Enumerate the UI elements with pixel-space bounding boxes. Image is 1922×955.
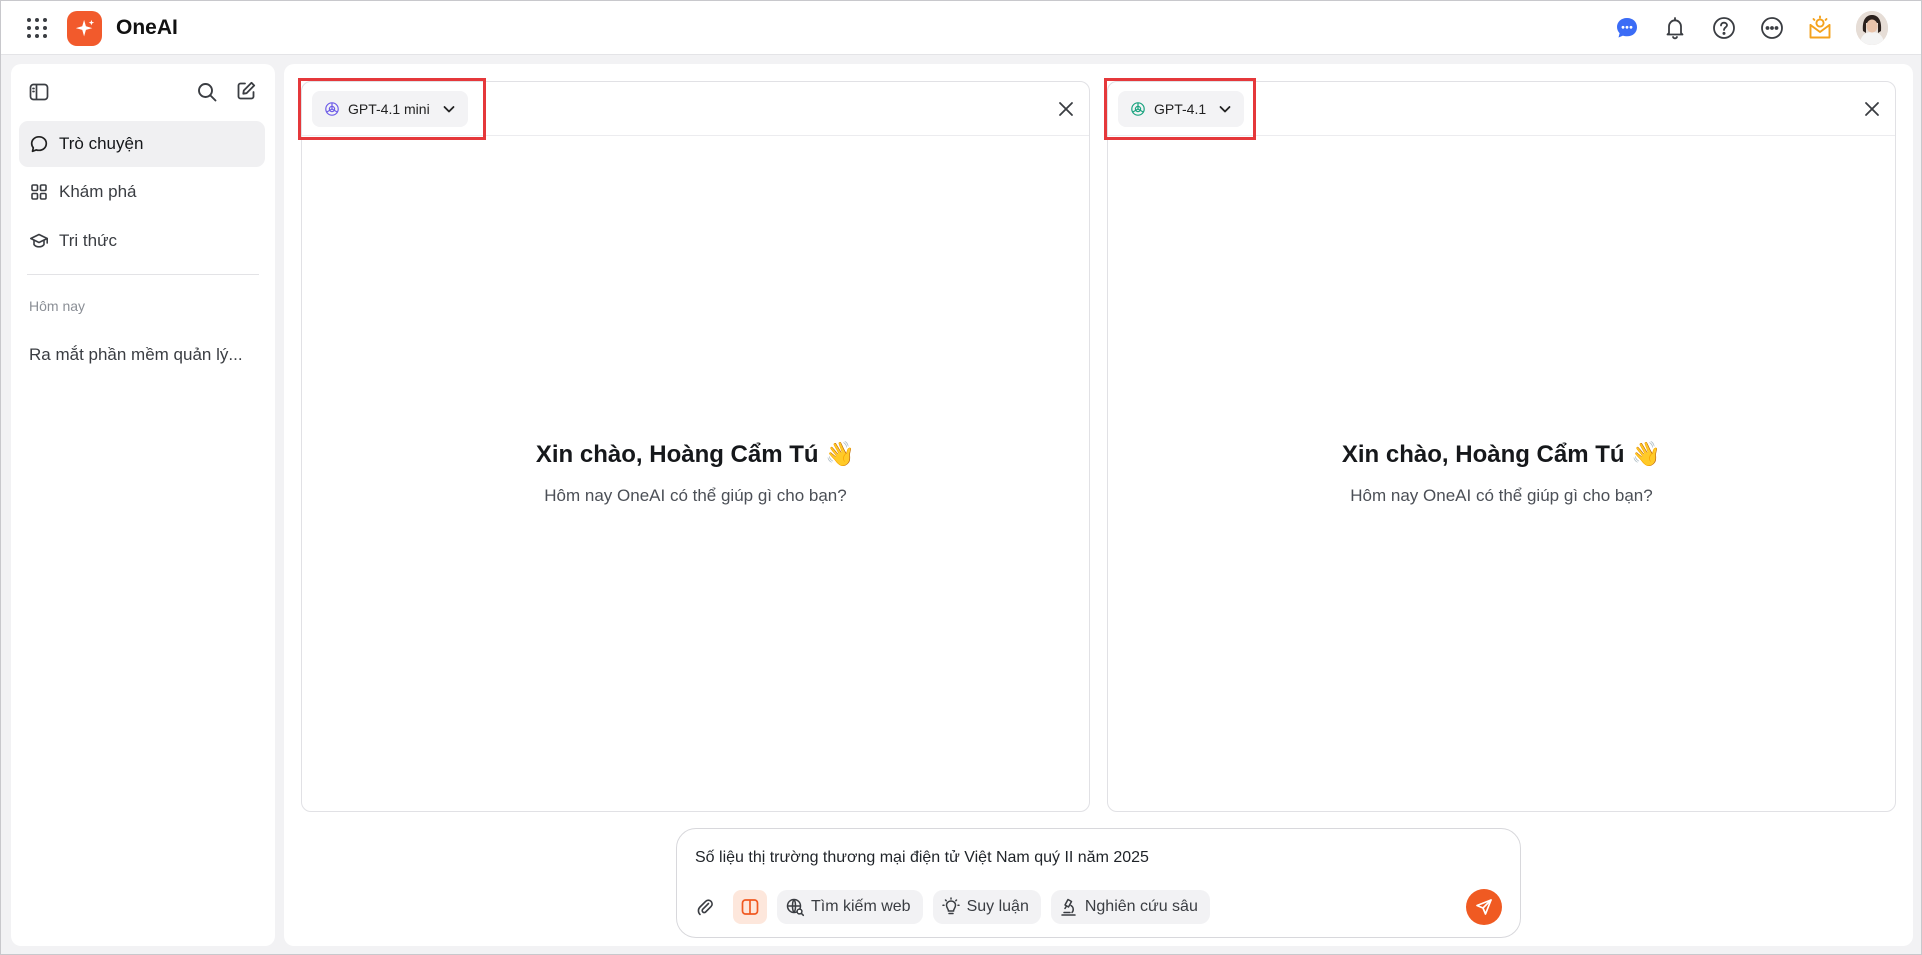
chat-bubble-icon bbox=[29, 134, 49, 154]
apps-grid-icon[interactable] bbox=[25, 16, 49, 40]
attach-icon[interactable] bbox=[691, 892, 721, 922]
message-input[interactable]: Số liệu thị trường thương mại điện tử Vi… bbox=[695, 849, 1149, 867]
graduation-cap-icon bbox=[29, 231, 49, 251]
chip-label: Suy luận bbox=[966, 898, 1029, 915]
chip-label: Nghiên cứu sâu bbox=[1084, 898, 1198, 915]
openai-model-icon bbox=[1130, 101, 1146, 117]
gift-promo-icon[interactable] bbox=[1807, 15, 1833, 41]
chevron-down-icon bbox=[1218, 102, 1232, 116]
globe-search-icon bbox=[785, 897, 805, 917]
chat-panel-left: GPT-4.1 mini Xin chào, Hoàng Cẩm Tú 👋 Hô… bbox=[298, 78, 1090, 812]
bell-icon[interactable] bbox=[1662, 15, 1688, 41]
split-view-icon bbox=[740, 897, 760, 917]
close-panel-icon[interactable] bbox=[1055, 98, 1077, 120]
model-selector-left[interactable]: GPT-4.1 mini bbox=[312, 91, 468, 127]
sidebar-divider bbox=[27, 274, 259, 275]
greeting-subtitle: Hôm nay OneAI có thể giúp gì cho bạn? bbox=[1350, 486, 1653, 505]
chat-notification-icon[interactable] bbox=[1614, 15, 1640, 41]
send-icon bbox=[1475, 898, 1493, 916]
new-chat-icon[interactable] bbox=[235, 80, 257, 102]
main-area: GPT-4.1 mini Xin chào, Hoàng Cẩm Tú 👋 Hô… bbox=[284, 64, 1913, 946]
microscope-icon bbox=[1059, 897, 1079, 917]
oneai-logo-icon[interactable] bbox=[67, 11, 102, 46]
message-composer[interactable]: Số liệu thị trường thương mại điện tử Vi… bbox=[676, 828, 1521, 938]
top-bar: OneAI bbox=[1, 1, 1921, 55]
chat-panel-right: GPT-4.1 Xin chào, Hoàng Cẩm Tú 👋 Hôm nay… bbox=[1104, 78, 1896, 812]
sidebar-item-chat[interactable]: Trò chuyện bbox=[19, 121, 265, 167]
grid-icon bbox=[29, 182, 49, 202]
send-button[interactable] bbox=[1466, 889, 1502, 925]
lightbulb-icon bbox=[941, 897, 961, 917]
sidebar-item-explore[interactable]: Khám phá bbox=[19, 169, 265, 215]
sidebar-item-label: Trò chuyện bbox=[59, 134, 144, 153]
greeting-subtitle: Hôm nay OneAI có thể giúp gì cho bạn? bbox=[544, 486, 847, 505]
openai-model-icon bbox=[324, 101, 340, 117]
toggle-sidebar-icon[interactable] bbox=[28, 81, 50, 103]
sidebar-item-label: Tri thức bbox=[59, 231, 117, 250]
model-name: GPT-4.1 bbox=[1154, 101, 1207, 117]
app-name[interactable]: OneAI bbox=[116, 16, 178, 40]
help-icon[interactable] bbox=[1711, 15, 1737, 41]
sidebar-item-label: Khám phá bbox=[59, 182, 137, 201]
sidebar: Trò chuyện Khám phá Tri thức Hôm nay Ra … bbox=[11, 64, 275, 946]
sidebar-item-knowledge[interactable]: Tri thức bbox=[19, 218, 265, 264]
greeting-title: Xin chào, Hoàng Cẩm Tú 👋 bbox=[1341, 441, 1662, 468]
history-item[interactable]: Ra mắt phần mềm quản lý... bbox=[29, 345, 259, 365]
model-name: GPT-4.1 mini bbox=[348, 101, 430, 117]
model-selector-right[interactable]: GPT-4.1 bbox=[1118, 91, 1245, 127]
deep-research-chip[interactable]: Nghiên cứu sâu bbox=[1050, 890, 1210, 924]
panel-header: GPT-4.1 mini bbox=[298, 78, 1089, 140]
compare-mode-button[interactable] bbox=[733, 890, 767, 924]
more-options-icon[interactable] bbox=[1759, 15, 1785, 41]
chevron-down-icon bbox=[442, 102, 456, 116]
reasoning-chip[interactable]: Suy luận bbox=[932, 890, 1041, 924]
web-search-chip[interactable]: Tìm kiếm web bbox=[777, 890, 923, 924]
history-section-label: Hôm nay bbox=[29, 298, 86, 314]
search-icon[interactable] bbox=[196, 81, 218, 103]
composer-toolbar: Tìm kiếm web Suy luận Nghiên cứu sâu bbox=[691, 890, 1210, 924]
close-panel-icon[interactable] bbox=[1861, 98, 1883, 120]
panel-header: GPT-4.1 bbox=[1104, 78, 1895, 140]
user-avatar[interactable] bbox=[1856, 11, 1888, 45]
chip-label: Tìm kiếm web bbox=[811, 898, 911, 915]
greeting-title: Xin chào, Hoàng Cẩm Tú 👋 bbox=[535, 441, 856, 468]
